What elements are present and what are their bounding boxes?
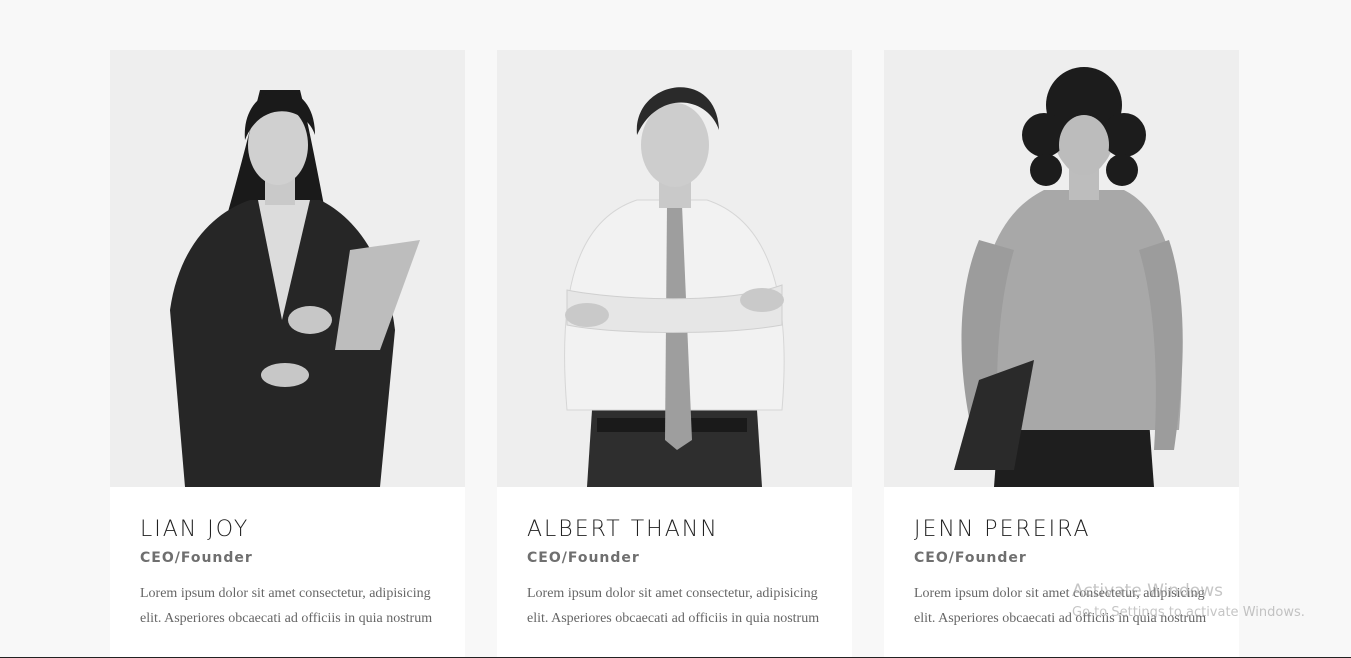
member-name: LIAN JOY (140, 517, 250, 542)
man-portrait-image (497, 50, 852, 487)
team-section: LIAN JOY CEO/Founder Lorem ipsum dolor s… (0, 0, 1351, 658)
member-role: CEO/Founder (914, 550, 1027, 566)
member-name: JENN PEREIRA (914, 517, 1091, 542)
member-description: Lorem ipsum dolor sit amet consectetur, … (527, 586, 820, 626)
member-role: CEO/Founder (527, 550, 640, 566)
team-member-photo (497, 50, 852, 487)
woman-curly-hair-portrait-image (884, 50, 1239, 487)
team-card: JENN PEREIRA CEO/Founder Lorem ipsum dol… (884, 50, 1239, 658)
team-member-photo (110, 50, 465, 487)
member-description: Lorem ipsum dolor sit amet consectetur, … (914, 586, 1207, 626)
woman-portrait-image (110, 50, 465, 487)
team-card: LIAN JOY CEO/Founder Lorem ipsum dolor s… (110, 50, 465, 658)
team-card: ALBERT THANN CEO/Founder Lorem ipsum dol… (497, 50, 852, 658)
team-member-photo (884, 50, 1239, 487)
member-name: ALBERT THANN (527, 517, 719, 542)
member-role: CEO/Founder (140, 550, 253, 566)
member-description: Lorem ipsum dolor sit amet consectetur, … (140, 586, 433, 626)
